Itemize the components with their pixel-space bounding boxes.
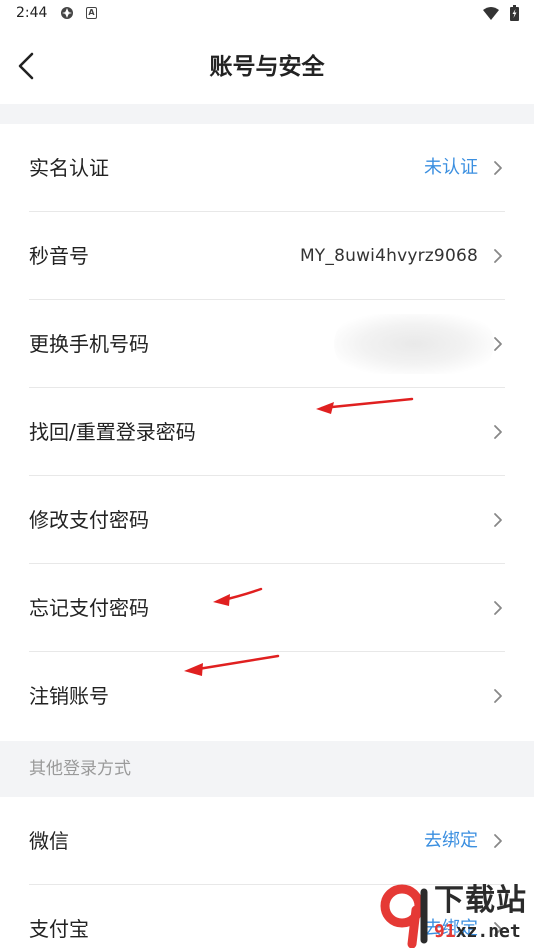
status-time: 2:44 (16, 5, 48, 21)
row-label: 注销账号 (29, 684, 109, 708)
row-label: 实名认证 (29, 156, 109, 180)
section-header-text: 其他登录方式 (29, 759, 131, 779)
watermark-title: 下载站 (434, 883, 527, 918)
vpn-icon (61, 7, 73, 19)
wifi-icon (483, 7, 499, 20)
nav-bar: 账号与安全 (0, 28, 534, 104)
site-watermark: 下载站 91xz.net (380, 880, 534, 950)
row-label: 忘记支付密码 (29, 596, 149, 620)
miaoyin-id-value: MY_8uwi4hvyrz9068 (299, 246, 478, 266)
account-security-list: 实名认证 未认证 秒音号 MY_8uwi4hvyrz9068 更换手机号码 找回… (0, 124, 534, 741)
row-real-name-verification[interactable]: 实名认证 未认证 (0, 124, 534, 212)
chevron-right-icon (494, 161, 502, 175)
chevron-right-icon (494, 601, 502, 615)
row-wechat[interactable]: 微信 去绑定 (0, 797, 534, 885)
chevron-right-icon (494, 513, 502, 527)
watermark-logo-icon (380, 884, 428, 948)
row-reset-login-password[interactable]: 找回/重置登录密码 (0, 388, 534, 476)
row-label: 找回/重置登录密码 (29, 420, 196, 444)
row-forgot-pay-password[interactable]: 忘记支付密码 (0, 564, 534, 652)
row-label: 秒音号 (29, 244, 89, 268)
row-miaoyin-id[interactable]: 秒音号 MY_8uwi4hvyrz9068 (0, 212, 534, 300)
wechat-bind-status: 去绑定 (424, 830, 478, 851)
chevron-right-icon (494, 249, 502, 263)
other-login-header: 其他登录方式 (0, 741, 534, 797)
notification-a-icon: A (86, 7, 97, 19)
blurred-phone-number (334, 314, 494, 374)
row-change-pay-password[interactable]: 修改支付密码 (0, 476, 534, 564)
watermark-url: 91xz.net (434, 920, 521, 944)
watermark-url-red: 91 (434, 921, 456, 942)
section-gap (0, 104, 534, 124)
row-label: 支付宝 (29, 917, 89, 941)
watermark-url-rest: xz.net (455, 921, 521, 942)
row-label: 更换手机号码 (29, 332, 149, 356)
page-title: 账号与安全 (209, 54, 325, 80)
status-bar: 2:44 A (0, 0, 534, 28)
chevron-right-icon (494, 834, 502, 848)
chevron-right-icon (494, 425, 502, 439)
row-delete-account[interactable]: 注销账号 (0, 652, 534, 740)
chevron-right-icon (494, 337, 502, 351)
row-label: 修改支付密码 (29, 508, 149, 532)
row-change-phone[interactable]: 更换手机号码 (0, 300, 534, 388)
row-label: 微信 (29, 829, 69, 853)
chevron-right-icon (494, 689, 502, 703)
verification-status: 未认证 (424, 157, 478, 178)
battery-icon (510, 5, 519, 21)
